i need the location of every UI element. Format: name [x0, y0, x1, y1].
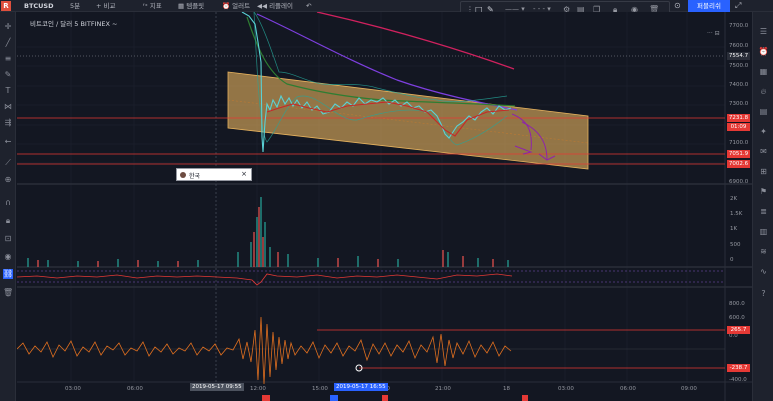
volume-label: 2K: [730, 196, 738, 202]
time-label: 06:00: [620, 386, 636, 392]
calendar-icon[interactable]: ▤: [758, 106, 769, 117]
back-arrow-icon[interactable]: ←: [3, 137, 13, 147]
volume-label: 0: [730, 257, 734, 263]
marker-flag-icon[interactable]: [330, 395, 338, 401]
right-sidebar: ☰ ⏰ ▦ 🔥︎ ▤ ✦ ✉ ⊞ ⚑ ≣ ▥ ≋ ∿ ?: [752, 12, 773, 401]
last-price-tag: 7554.7: [727, 52, 750, 60]
time-label: 15:00: [312, 386, 328, 392]
level-tag: 7231.8: [727, 114, 750, 122]
time-label: 18: [503, 386, 510, 392]
chart-title: 비트코인 / 달러 5 BITFINEX: [30, 20, 110, 28]
trading-app: R BTCUSD 5분 + 비교 ᶠˣ 지표 ▦ 템플릿 ⏰ 얼러트 ◀◀ 리플…: [0, 0, 773, 401]
alert-button[interactable]: ⏰ 얼러트: [222, 1, 250, 11]
indicator-label-box[interactable]: 한국 ×: [176, 168, 252, 181]
marker-flag-icon[interactable]: [522, 395, 528, 401]
time-label: 09:00: [681, 386, 697, 392]
chart-legend: 비트코인 / 달러 5 BITFINEX ~: [30, 18, 117, 28]
time-label: 06:00: [127, 386, 143, 392]
trendline-icon[interactable]: ╱: [3, 38, 13, 48]
indicators-button[interactable]: ᶠˣ 지표: [143, 1, 162, 11]
templates-button[interactable]: ▦ 템플릿: [178, 1, 204, 11]
trash-icon[interactable]: 🗑︎: [3, 288, 13, 298]
level-tag: 7051.9: [727, 150, 750, 158]
time-label: 03:00: [558, 386, 574, 392]
flag-icon: [180, 172, 186, 178]
compare-button[interactable]: + 비교: [96, 1, 115, 11]
link-icon[interactable]: ⛓: [3, 269, 13, 279]
undo-button[interactable]: ↶: [306, 1, 311, 11]
streams-icon[interactable]: ⊞: [758, 166, 769, 177]
chart-icon[interactable]: ∿: [758, 266, 769, 277]
price-label: 7500.0: [729, 63, 749, 69]
price-label: 7700.0: [729, 23, 749, 29]
interval-selector[interactable]: 5분: [70, 1, 80, 11]
brush-icon[interactable]: ✎: [3, 70, 13, 80]
price-label: 7600.0: [729, 43, 749, 49]
osc-label: 600.0: [729, 315, 745, 321]
plus-icon: +: [96, 2, 104, 10]
close-icon[interactable]: ×: [241, 170, 247, 178]
ruler-icon[interactable]: ⟋: [3, 158, 13, 168]
chart-background: [17, 12, 752, 401]
price-label: 6900.0: [729, 179, 749, 185]
indicator-icon: ᶠˣ: [143, 2, 150, 10]
chart-canvas[interactable]: [17, 12, 752, 401]
app-logo[interactable]: R: [1, 1, 11, 11]
crosshair-icon[interactable]: ✛: [3, 22, 13, 32]
indicator-label: 한국: [189, 173, 201, 180]
osc-label: -400.0: [729, 377, 747, 383]
lock-icon[interactable]: ⊡: [3, 234, 13, 244]
replay-button[interactable]: ◀◀ 리플레이: [257, 1, 293, 11]
lock-drawings-icon[interactable]: 🔒︎: [3, 216, 13, 226]
pattern-icon[interactable]: ⋈: [3, 102, 13, 112]
template-icon: ▦: [178, 2, 187, 10]
prediction-icon[interactable]: ⇶: [3, 118, 13, 128]
volume-label: 500: [730, 242, 741, 248]
fullscreen-icon[interactable]: ⤢: [735, 1, 741, 11]
more-options-icon[interactable]: ··· ⊟: [707, 30, 720, 37]
time-label: 03:00: [65, 386, 81, 392]
price-label: 7100.0: [729, 140, 749, 146]
osc-lower-tag: -238.7: [727, 364, 750, 372]
time-label: 21:00: [435, 386, 451, 392]
legend-arrow: ~: [111, 20, 118, 28]
cursor-time-tag: 2019-05-17 16:55: [334, 383, 388, 391]
eye-icon[interactable]: ◉: [3, 252, 13, 262]
price-label: 7400.0: [729, 82, 749, 88]
text-icon[interactable]: T: [3, 86, 13, 96]
symbol-search[interactable]: BTCUSD: [24, 1, 54, 11]
osc-label: 800.0: [729, 301, 745, 307]
marker-flag-icon[interactable]: [382, 395, 388, 401]
crosshair-time-tag: 2019-05-17 09:55: [190, 383, 244, 391]
time-label: 12:00: [250, 386, 266, 392]
marker-flag-icon[interactable]: [262, 395, 270, 401]
osc-upper-tag: 265.7: [727, 326, 750, 334]
left-drawing-toolbar: ✛ ╱ ≡ ✎ T ⋈ ⇶ ← ⟋ ⊕ ∩ 🔒︎ ⊡ ◉ ⛓ 🗑︎: [0, 12, 16, 401]
volume-label: 1K: [730, 226, 738, 232]
level-tag: 7002.6: [727, 160, 750, 168]
countdown-tag: 01:09: [727, 123, 750, 131]
alarm-icon: ⏰: [222, 2, 233, 10]
fib-icon[interactable]: ≡: [3, 54, 13, 64]
volume-label: 1.5K: [730, 211, 743, 217]
magnet-icon[interactable]: ∩: [3, 198, 13, 208]
replay-icon: ◀◀: [257, 2, 270, 10]
camera-icon[interactable]: ⊙: [674, 1, 681, 11]
ideas-icon[interactable]: ✦: [758, 126, 769, 137]
help-icon[interactable]: ?: [758, 288, 769, 299]
chat-icon[interactable]: ✉: [758, 146, 769, 157]
price-label: 7300.0: [729, 101, 749, 107]
zoom-icon[interactable]: ⊕: [3, 175, 13, 185]
publish-button[interactable]: 퍼블리쉬: [688, 0, 730, 12]
